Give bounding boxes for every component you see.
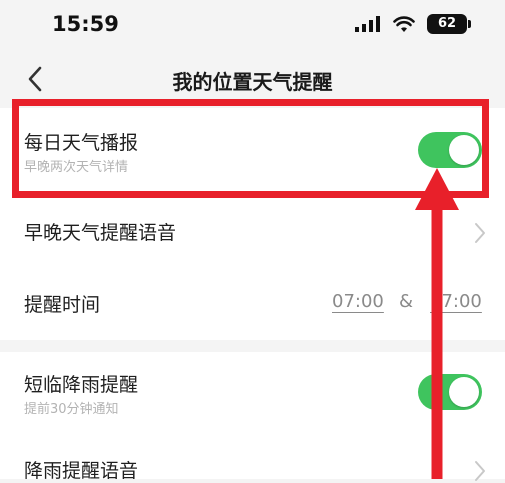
arrow-up-icon bbox=[415, 168, 459, 479]
